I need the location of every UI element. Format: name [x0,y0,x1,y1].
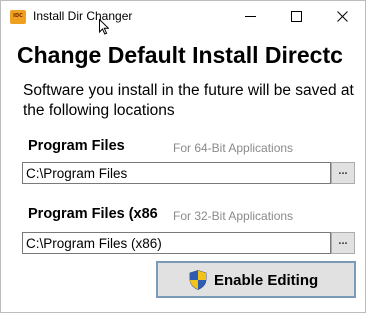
program-files-hint: For 64-Bit Applications [173,141,294,155]
program-files-label: Program Files [28,138,125,154]
app-icon: IDC [10,10,26,24]
window-title: Install Dir Changer [33,9,133,23]
enable-editing-label: Enable Editing [214,272,319,289]
browse-ellipsis-label: ... [338,165,348,177]
app-icon-text: IDC [13,13,23,19]
minimize-button[interactable] [227,1,273,32]
mouse-cursor-icon [99,19,109,35]
description-text: Software you install in the future will … [23,82,354,119]
page-title: Change Default Install Directc [17,42,343,68]
program-files-x86-label: Program Files (x86 [28,206,158,222]
browse-ellipsis-label: ... [338,235,348,247]
program-files-x86-browse-button[interactable]: ... [331,232,355,254]
close-icon [337,11,348,22]
maximize-button[interactable] [273,1,319,32]
minimize-icon [245,16,256,17]
program-files-browse-button[interactable]: ... [331,162,355,184]
app-window: IDC Install Dir Changer Change Default I… [0,0,366,313]
program-files-x86-hint: For 32-Bit Applications [173,209,294,223]
enable-editing-button[interactable]: Enable Editing [156,261,356,298]
program-files-x86-input[interactable] [22,232,331,254]
title-bar[interactable]: IDC Install Dir Changer [1,1,365,35]
close-button[interactable] [319,1,365,32]
maximize-icon [291,11,302,22]
uac-shield-icon [189,270,207,290]
program-files-input[interactable] [22,162,331,184]
